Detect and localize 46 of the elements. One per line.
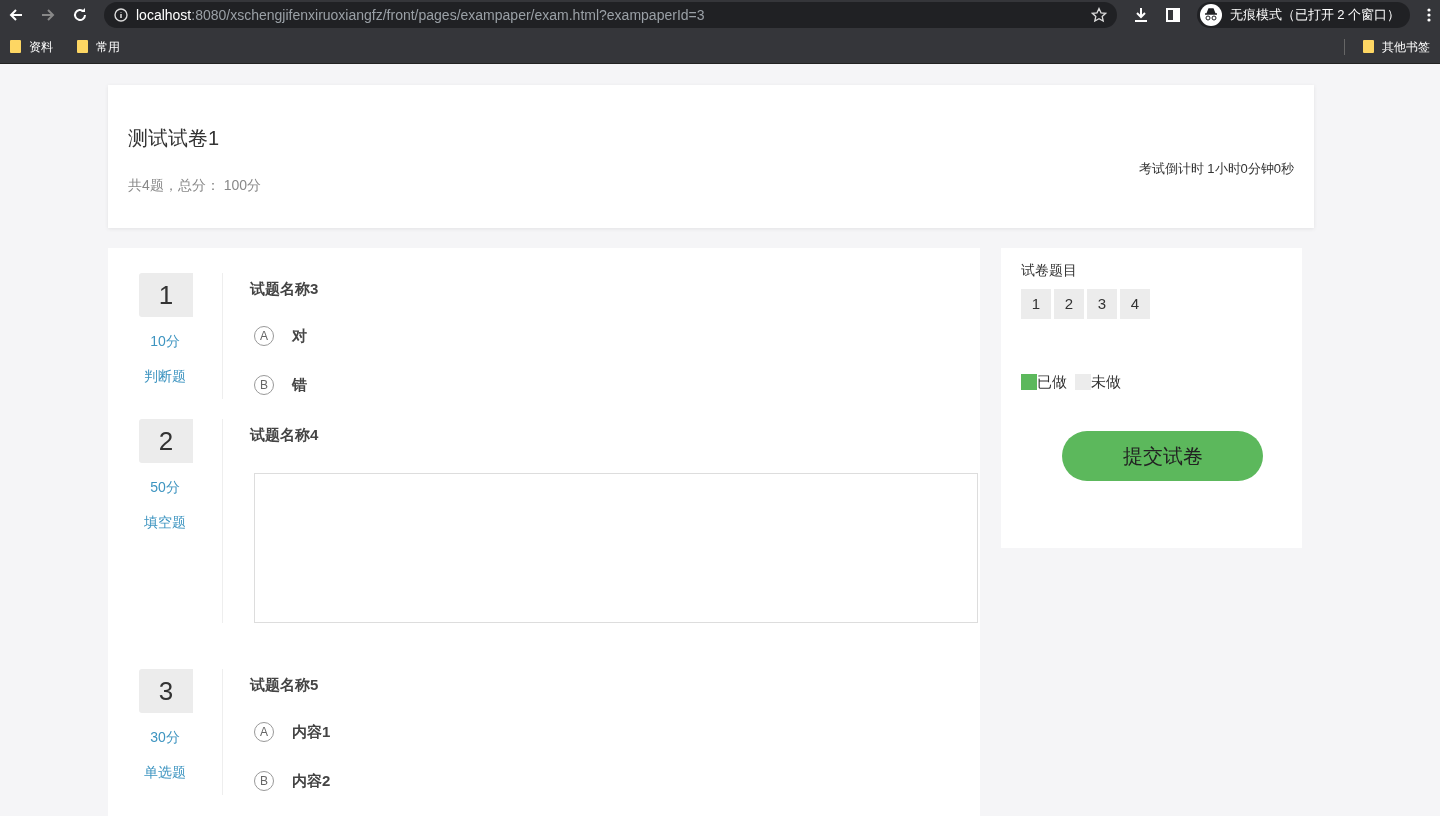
bookmark-link[interactable]: 资料 [29,37,53,56]
exam-title: 测试试卷1 [128,126,221,151]
legend-label: 未做 [1091,372,1121,392]
exam-summary: 共4题，总分： 100分 [128,176,262,195]
question-number[interactable]: 1 [139,273,193,317]
question-nav-item[interactable]: 4 [1120,289,1150,319]
back-arrow-icon[interactable] [8,7,24,23]
star-icon[interactable] [1090,7,1107,23]
option-text: 内容1 [292,721,331,742]
question-number[interactable]: 3 [139,669,193,713]
folder-icon [1363,40,1374,53]
option-text: 错 [292,374,307,395]
question-title: 试题名称4 [250,424,320,445]
answer-option[interactable]: A 对 [250,322,550,350]
answer-option[interactable]: B 内容2 [250,767,550,795]
incognito-label: 无痕模式（已打开 2 个窗口） [1229,6,1400,25]
more-menu-icon[interactable] [1426,7,1432,23]
countdown-timer: 考试倒计时 1小时0分钟0秒 [1138,160,1294,178]
question-nav-item[interactable]: 3 [1087,289,1117,319]
sidebar-title: 试卷题目 [1021,261,1078,280]
question-type: 单选题 [143,763,187,782]
question-title: 试题名称3 [250,279,320,299]
submit-button[interactable]: 提交试卷 [1062,430,1263,481]
side-panel-icon[interactable] [1164,7,1181,23]
bookmark-link[interactable]: 常用 [96,37,120,56]
option-text: 内容2 [292,770,331,791]
legend-label: 已做 [1037,372,1067,392]
question-title: 试题名称5 [250,675,320,695]
forward-arrow-icon[interactable] [40,7,56,23]
info-icon[interactable] [114,8,128,22]
question-type: 填空题 [143,512,187,532]
reload-icon[interactable] [72,7,88,23]
question-score: 30分 [149,728,181,747]
option-text: 对 [292,325,307,346]
question-type: 判断题 [143,367,187,386]
question-score: 10分 [149,332,181,351]
question-nav-item[interactable]: 2 [1054,289,1084,319]
folder-icon [10,40,21,53]
question-score: 50分 [149,477,181,497]
bookmark-link[interactable]: 其他书签 [1382,37,1430,56]
question-nav-item[interactable]: 1 [1021,289,1051,319]
question-number[interactable]: 2 [139,418,193,463]
folder-icon [77,40,88,53]
answer-option[interactable]: A 内容1 [250,718,550,746]
download-icon[interactable] [1132,7,1149,23]
answer-option[interactable]: B 错 [250,371,550,399]
